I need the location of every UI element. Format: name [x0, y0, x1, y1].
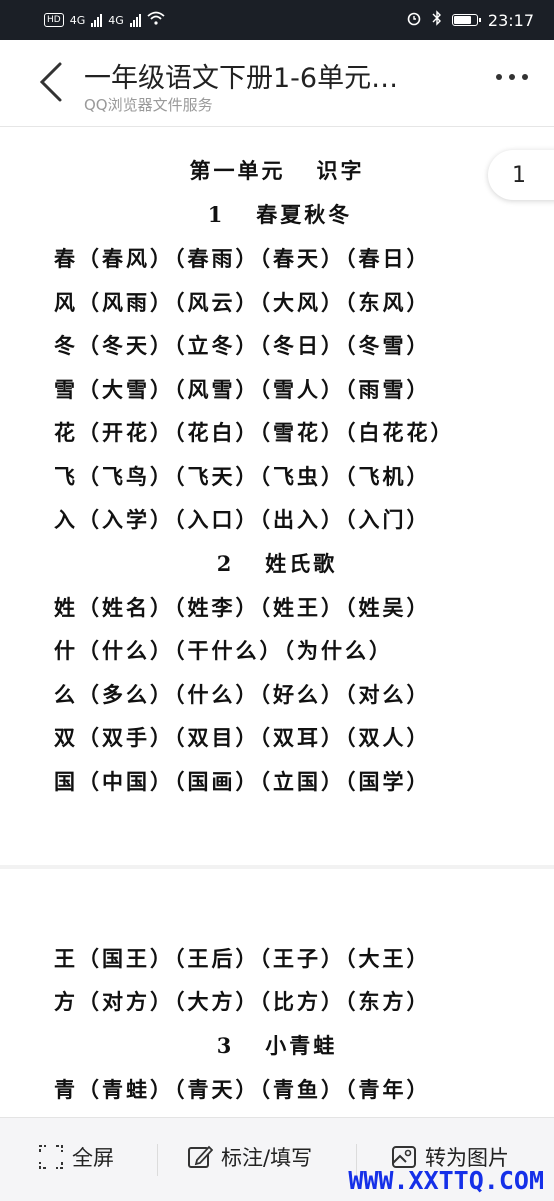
- text-line: 入（入学）（入口）（出入）（入门）: [54, 507, 431, 532]
- text-line: 方（对方）（大方）（比方）（东方）: [54, 989, 431, 1014]
- document-viewer[interactable]: 第一单元 识字 1 春夏秋冬 春（春风）（春雨）（春天）（春日） 风（风雨）（风…: [0, 127, 554, 1117]
- fullscreen-icon: [39, 1145, 63, 1169]
- network-type-2: 4G: [108, 13, 124, 27]
- text-line: 飞（飞鸟）（飞天）（飞虫）（飞机）: [54, 464, 431, 489]
- document-page-1: 第一单元 识字 1 春夏秋冬 春（春风）（春雨）（春天）（春日） 风（风雨）（风…: [0, 127, 554, 865]
- text-line: 什（什么）（干什么）（为什么）: [54, 638, 393, 663]
- edit-icon: [188, 1145, 213, 1168]
- text-line: 冬（冬天）（立冬）（冬日）（冬雪）: [54, 333, 431, 358]
- text-line: 国（中国）（国画）（立国）（国学）: [54, 769, 431, 794]
- document-source: QQ浏览器文件服务: [84, 96, 213, 114]
- lesson-heading: 3 小青蛙: [216, 1033, 338, 1058]
- fullscreen-button[interactable]: 全屏: [38, 1142, 114, 1172]
- annotate-button[interactable]: 标注/填写: [187, 1142, 312, 1172]
- back-button[interactable]: [30, 60, 74, 104]
- status-bar: HD 4G 4G 23:17: [0, 0, 554, 40]
- network-type-1: 4G: [69, 13, 86, 27]
- annotate-label: 标注/填写: [221, 1146, 313, 1170]
- more-dot-icon: [496, 74, 502, 80]
- app-header: 一年级语文下册1-6单元… QQ浏览器文件服务: [0, 40, 554, 127]
- toolbar-divider: [157, 1144, 158, 1176]
- wifi-icon: [147, 11, 165, 29]
- text-line: 双（双手）（双目）（双耳）（双人）: [54, 725, 431, 750]
- alarm-icon: [406, 10, 422, 30]
- chevron-left-icon: [39, 62, 62, 102]
- unit-heading: 第一单元 识字: [189, 158, 365, 183]
- clock-time: 23:17: [487, 10, 534, 30]
- bluetooth-icon: [432, 10, 442, 30]
- more-dot-icon: [522, 74, 528, 80]
- document-page-2: 王（国王）（王后）（王子）（大王） 方（对方）（大方）（比方）（东方） 3 小青…: [0, 869, 554, 1117]
- more-dot-icon: [509, 74, 515, 80]
- fullscreen-label: 全屏: [72, 1146, 114, 1170]
- hd-badge: HD: [44, 13, 64, 27]
- document-title: 一年级语文下册1-6单元…: [84, 63, 399, 94]
- text-line: 春（春风）（春雨）（春天）（春日）: [54, 246, 431, 271]
- lesson-heading: 2 姓氏歌: [216, 551, 338, 576]
- lesson-heading: 1 春夏秋冬: [207, 202, 353, 227]
- site-watermark: WWW.XXTTQ.COM: [348, 1166, 544, 1195]
- text-line: 青（青蛙）（青天）（青鱼）（青年）: [54, 1077, 431, 1102]
- page-number-indicator[interactable]: 1: [488, 150, 554, 200]
- text-line: 么（多么）（什么）（好么）（对么）: [54, 682, 431, 707]
- status-right: 23:17: [406, 10, 534, 30]
- signal-icon: [91, 13, 103, 27]
- signal-icon-2: [129, 13, 141, 27]
- text-line: 姓（姓名）（姓李）（姓王）（姓吴）: [54, 595, 431, 620]
- text-line: 雪（大雪）（风雪）（雪人）（雨雪）: [54, 377, 431, 402]
- text-line: 王（国王）（王后）（王子）（大王）: [54, 946, 431, 971]
- status-left: HD 4G 4G: [44, 11, 165, 29]
- text-line: 风（风雨）（风云）（大风）（东风）: [54, 290, 431, 315]
- battery-icon: [451, 14, 481, 26]
- more-menu-button[interactable]: [496, 74, 528, 80]
- text-line: 花（开花）（花白）（雪花）（白花花）: [54, 420, 455, 445]
